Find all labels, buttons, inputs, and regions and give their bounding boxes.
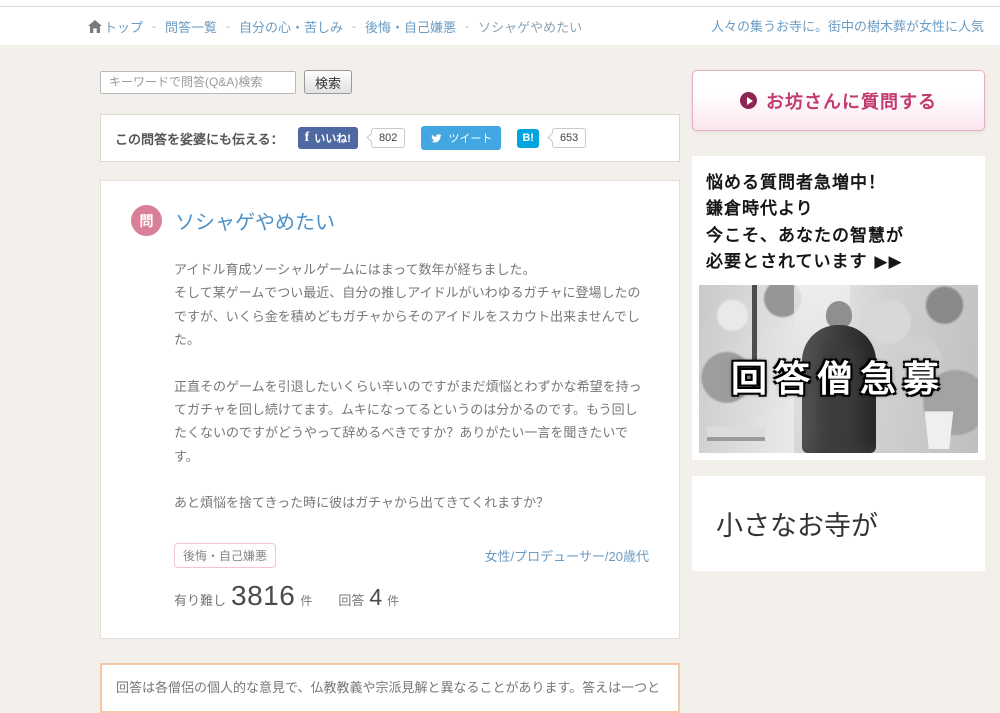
arigatashi-count: 3816 bbox=[231, 579, 296, 611]
question-card: 問 ソシャゲやめたい アイドル育成ソーシャルゲームにはまって数年が経ちました。 … bbox=[100, 180, 680, 639]
question-paragraph: そして某ゲームでつい最近、自分の推しアイドルがいわゆるガチャに登場したのですが、… bbox=[174, 285, 641, 348]
monk-photo: 回答僧急募 bbox=[699, 285, 978, 454]
play-circle-icon bbox=[740, 92, 757, 109]
breadcrumb-item-current: ソシャゲやめたい bbox=[478, 19, 583, 35]
sidebar: お坊さんに質問する 悩める質問者急増中！ 鎌倉時代より 今こそ、あなたの智慧が … bbox=[692, 70, 985, 713]
ask-monk-button-label: お坊さんに質問する bbox=[766, 91, 937, 112]
breadcrumb-separator: - bbox=[152, 19, 157, 33]
search-button[interactable]: 検索 bbox=[304, 70, 353, 94]
ad-copy-line: 必要とされています ▶▶ bbox=[706, 252, 903, 273]
ask-monk-button[interactable]: お坊さんに質問する bbox=[692, 70, 985, 131]
question-paragraph: 正直そのゲームを引退したいくらい辛いのですがまだ煩悩とわずかな希望を持ってガチャ… bbox=[174, 378, 642, 464]
sidebar-next-card[interactable]: 小さなお寺が bbox=[692, 476, 985, 572]
question-meta: 後悔・自己嫌悪 女性/プロデューサー/20歳代 bbox=[131, 542, 649, 568]
search-input[interactable] bbox=[100, 70, 296, 94]
question-paragraph: アイドル育成ソーシャルゲームにはまって数年が経ちました。 bbox=[174, 262, 536, 277]
garden-bench bbox=[707, 427, 765, 442]
question-paragraph: あと煩悩を捨てきった時に彼はガチャから出てきてくれますか？ bbox=[174, 495, 550, 511]
sidebar-next-card-title: 小さなお寺が bbox=[716, 511, 878, 542]
breadcrumb-separator: - bbox=[352, 19, 357, 33]
facebook-like-count: 802 bbox=[370, 128, 406, 148]
share-bar: この問答を娑婆にも伝える： f いいね! 802 ツイート B! 653 bbox=[100, 114, 680, 162]
ad-copy-line: 悩める質問者急増中！ bbox=[706, 173, 886, 193]
facebook-like-button[interactable]: f いいね! bbox=[297, 127, 358, 149]
question-author: 女性/プロデューサー/20歳代 bbox=[484, 548, 649, 564]
tweet-label: ツイート bbox=[448, 133, 493, 145]
main-column: 検索 この問答を娑婆にも伝える： f いいね! 802 ツイート B! 653 … bbox=[100, 70, 680, 713]
twitter-bird-icon bbox=[431, 133, 442, 142]
answers-unit: 件 bbox=[387, 593, 400, 608]
search-row: 検索 bbox=[100, 70, 680, 94]
arigatashi-unit: 件 bbox=[300, 593, 313, 608]
monk-recruitment-ad[interactable]: 悩める質問者急増中！ 鎌倉時代より 今こそ、あなたの智慧が 必要とされています … bbox=[692, 156, 985, 461]
header-news-link[interactable]: 人々の集うお寺に。街中の樹木葬が女性に人気 bbox=[711, 19, 984, 34]
question-header: 問 ソシャゲやめたい bbox=[131, 205, 649, 236]
breadcrumb-item-category[interactable]: 自分の心・苦しみ bbox=[239, 17, 343, 36]
question-category-tag[interactable]: 後悔・自己嫌悪 bbox=[174, 542, 277, 568]
answers-label: 回答 bbox=[338, 592, 365, 608]
site-header: トップ - 問答一覧 - 自分の心・苦しみ - 後悔・自己嫌悪 - ソシャゲやめ… bbox=[0, 7, 1000, 45]
breadcrumb-item-subcategory[interactable]: 後悔・自己嫌悪 bbox=[365, 17, 456, 36]
ad-copy: 悩める質問者急増中！ 鎌倉時代より 今こそ、あなたの智慧が 必要とされています … bbox=[699, 163, 978, 285]
breadcrumb-item-top[interactable]: トップ bbox=[88, 17, 143, 36]
flower-pot bbox=[924, 411, 954, 450]
hatena-bookmark-button[interactable]: B! bbox=[517, 128, 539, 148]
home-icon bbox=[88, 19, 102, 33]
page-content: 検索 この問答を娑婆にも伝える： f いいね! 802 ツイート B! 653 … bbox=[0, 45, 1000, 713]
breadcrumb-item-list[interactable]: 問答一覧 bbox=[165, 17, 217, 36]
question-badge-icon: 問 bbox=[131, 205, 162, 236]
facebook-icon: f bbox=[304, 130, 310, 145]
facebook-like-label: いいね! bbox=[314, 133, 351, 145]
top-divider bbox=[0, 0, 1000, 7]
question-body: アイドル育成ソーシャルゲームにはまって数年が経ちました。 そして某ゲームでつい最… bbox=[131, 258, 649, 515]
hatena-bookmark-count: 653 bbox=[551, 128, 587, 148]
answers-count: 4 bbox=[369, 583, 383, 610]
ad-photo-caption: 回答僧急募 bbox=[730, 358, 947, 401]
answers-disclaimer: 回答は各僧侶の個人的な意見で、仏教教義や宗派見解と異なることがあります。答えは一… bbox=[100, 662, 680, 713]
breadcrumb-separator: - bbox=[465, 19, 470, 33]
breadcrumb-separator: - bbox=[226, 19, 231, 33]
arigatashi-label: 有り難し bbox=[174, 592, 227, 608]
ad-copy-line: 今こそ、あなたの智慧が bbox=[706, 225, 904, 246]
ad-copy-line: 鎌倉時代より bbox=[706, 199, 814, 220]
header-news-link-wrap: 人々の集うお寺に。街中の樹木葬が女性に人気 bbox=[711, 16, 984, 36]
question-title: ソシャゲやめたい bbox=[175, 212, 335, 234]
tweet-button[interactable]: ツイート bbox=[421, 126, 502, 150]
breadcrumb: トップ - 問答一覧 - 自分の心・苦しみ - 後悔・自己嫌悪 - ソシャゲやめ… bbox=[88, 17, 582, 36]
question-stats: 有り難し 3816 件 回答 4 件 bbox=[131, 580, 649, 612]
share-label: この問答を娑婆にも伝える： bbox=[115, 131, 284, 147]
